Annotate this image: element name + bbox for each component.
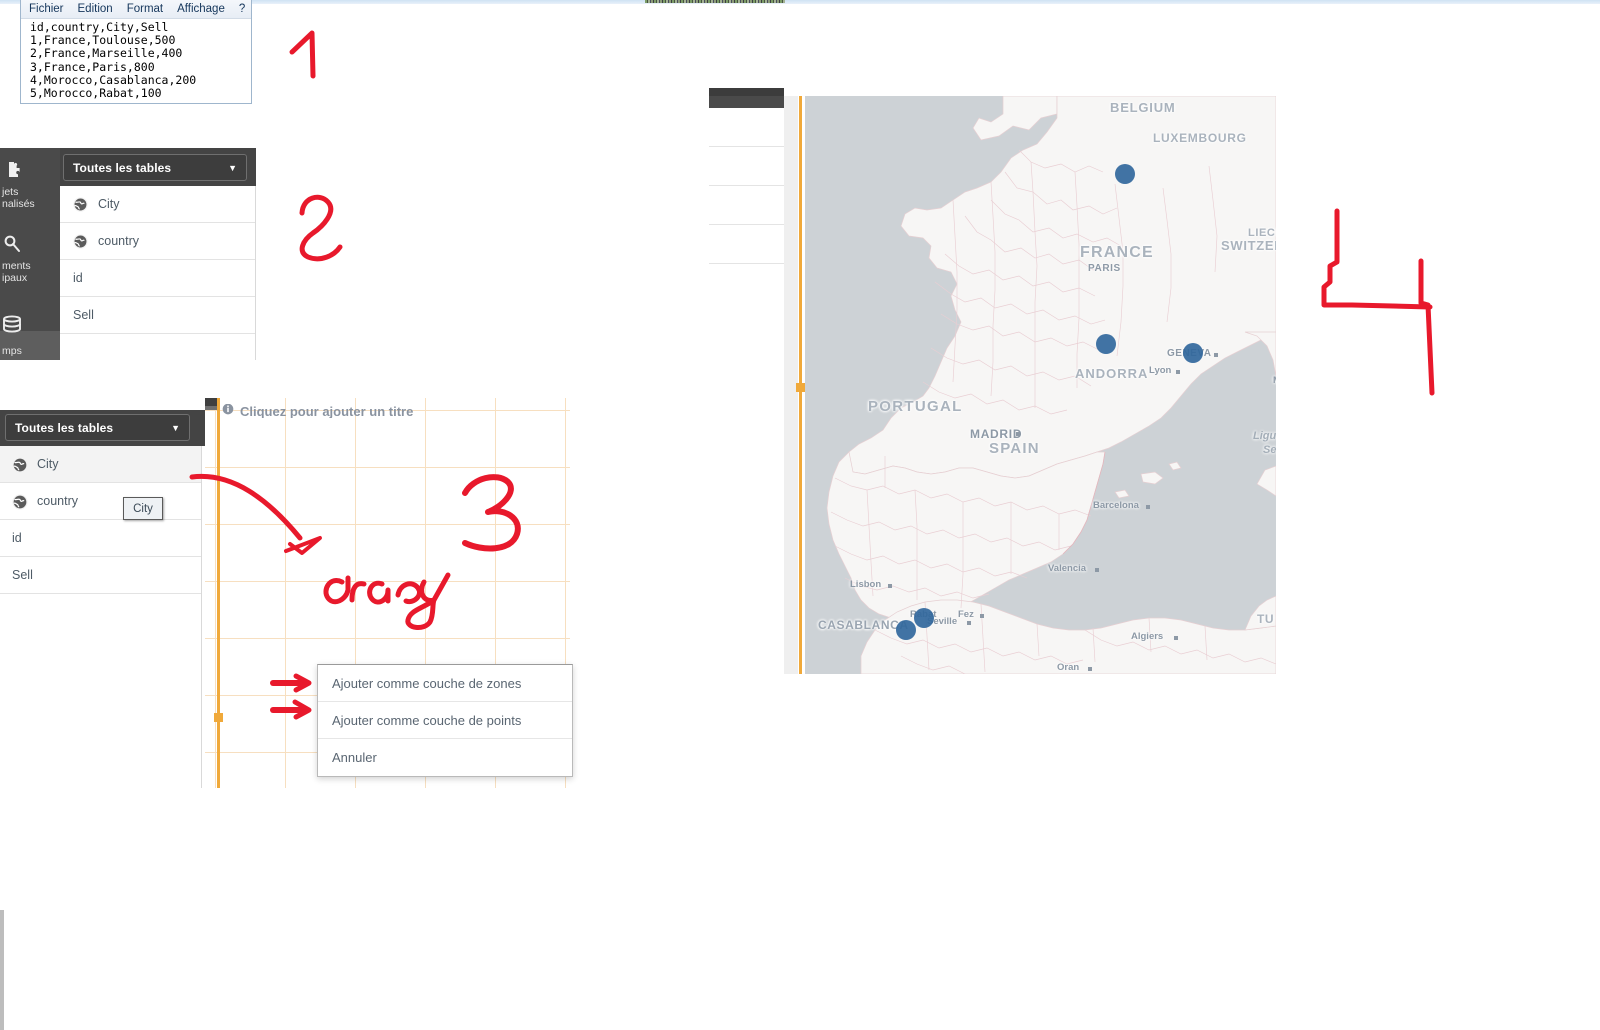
stub-row (709, 186, 784, 225)
map-mark-rabat[interactable] (914, 608, 934, 628)
menu-item-cancel[interactable]: Annuler (318, 739, 572, 776)
globe-icon (12, 493, 28, 510)
field-row-sell[interactable]: Sell (60, 297, 255, 334)
field-name: City (37, 457, 59, 471)
csv-line-2: 2,France,Marseille,400 (30, 46, 183, 61)
map-city-tick-algiers (1174, 636, 1178, 640)
chevron-down-icon: ▼ (228, 162, 237, 173)
worksheet-title-placeholder[interactable]: Cliquez pour ajouter un titre (222, 404, 413, 418)
table-selector-dropdown-bottom[interactable]: Toutes les tables ▼ (5, 414, 190, 441)
table-selector-label-bottom: Toutes les tables (15, 420, 114, 435)
field-row-id[interactable]: id (0, 520, 201, 557)
field-row-city[interactable]: City (60, 186, 255, 223)
map-city-tick-fez (980, 614, 984, 618)
globe-icon (73, 233, 88, 249)
field-name: country (37, 494, 78, 508)
field-name: City (98, 197, 120, 211)
table-selector-label-top: Toutes les tables (73, 160, 172, 175)
menu-edition[interactable]: Edition (78, 3, 113, 15)
field-row-city[interactable]: City (0, 446, 201, 483)
stub-row (709, 225, 784, 264)
drop-context-menu[interactable]: Ajouter comme couche de zones Ajouter co… (317, 664, 573, 777)
notepad-window: Fichier Edition Format Affichage ? id,co… (20, 0, 252, 104)
menu-affichage[interactable]: Affichage (177, 3, 225, 15)
worksheet-ruler-handle[interactable] (214, 713, 223, 722)
notepad-text-area[interactable]: id,country,City,Sell 1,France,Toulouse,5… (21, 19, 251, 100)
sidebar-label-perso[interactable]: nalisés (2, 198, 60, 210)
stub-row (709, 147, 784, 186)
fields-panel-top: jets nalisés ments ipaux mps Toutes les … (0, 148, 256, 360)
chevron-down-icon: ▼ (171, 422, 180, 433)
left-sidebar-top: jets nalisés ments ipaux mps (0, 148, 60, 360)
map-mark-marseille[interactable] (1183, 343, 1203, 363)
key-icon (2, 234, 24, 259)
menu-item-add-area-layer[interactable]: Ajouter comme couche de zones (318, 665, 572, 702)
worksheet-title-text: Cliquez pour ajouter un titre (240, 404, 414, 418)
map-mark-toulouse[interactable] (1096, 334, 1116, 354)
browser-tab-favicon-strip (645, 0, 785, 3)
field-name: Sell (12, 568, 33, 582)
annotation-step-4-left (1321, 208, 1433, 310)
info-icon (222, 404, 234, 418)
annotation-step-2 (299, 194, 343, 262)
drag-ghost-city-chip[interactable]: City (123, 497, 163, 520)
database-icon (2, 315, 24, 340)
sidebar-label-principaux[interactable]: ipaux (2, 272, 60, 284)
map-geometry (805, 96, 1276, 674)
field-name: country (98, 234, 139, 248)
table-selector-dropdown-top[interactable]: Toutes les tables ▼ (63, 154, 247, 181)
menu-item-add-point-layer[interactable]: Ajouter comme couche de points (318, 702, 572, 739)
map-ruler-handle[interactable] (796, 383, 805, 392)
drag-ghost-label: City (133, 502, 153, 515)
map-city-tick-barcelona (1146, 505, 1150, 509)
sidebar-label-objets[interactable]: jets (2, 186, 60, 198)
panel-scrollbar-thumb[interactable] (0, 910, 4, 1030)
sidebar-section-champs[interactable]: mps (0, 315, 60, 360)
globe-icon (12, 456, 28, 473)
fields-list-bottom: City country id Sell (0, 446, 202, 788)
field-name: id (73, 271, 83, 285)
fields-list-top: City country id Sell (60, 186, 256, 360)
map-city-tick-lyon (1176, 370, 1180, 374)
map-panel-field-rows-stub (709, 108, 784, 268)
map-city-tick-seville (967, 621, 971, 625)
map-panel-header-stub-dark (709, 88, 784, 96)
worksheet-corner-block-dark (205, 398, 217, 406)
field-name: id (12, 531, 22, 545)
field-row-country[interactable]: country (60, 223, 255, 260)
field-row-country[interactable]: country (0, 483, 201, 520)
map-city-tick-geneva (1214, 353, 1218, 357)
map-mark-casablanca[interactable] (896, 620, 916, 640)
menu-fichier[interactable]: Fichier (29, 3, 64, 15)
map-city-tick-valencia (1095, 568, 1099, 572)
worksheet-vertical-ruler[interactable] (217, 398, 220, 788)
field-row-sell[interactable]: Sell (0, 557, 201, 594)
field-row-id[interactable]: id (60, 260, 255, 297)
notepad-menubar[interactable]: Fichier Edition Format Affichage ? (21, 0, 251, 19)
map-view[interactable]: BELGIUM LUXEMBOURG FRANCE LIECH SWITZERL… (805, 96, 1276, 674)
map-city-tick-oran (1088, 667, 1092, 671)
sidebar-label-elements[interactable]: ments (2, 260, 60, 272)
menu-help[interactable]: ? (239, 3, 245, 15)
annotation-step-1 (289, 30, 316, 79)
map-mark-paris[interactable] (1115, 164, 1135, 184)
csv-line-5: 5,Morocco,Rabat,100 (30, 86, 162, 101)
map-city-tick-madrid (1016, 432, 1020, 436)
csv-line-3: 3,France,Paris,800 (30, 59, 155, 74)
puzzle-piece-icon (4, 160, 24, 185)
fields-panel-bottom: Toutes les tables ▼ City country id Sell (0, 410, 205, 788)
map-city-tick-lisbon (888, 584, 892, 588)
annotation-step-4-right (1418, 258, 1435, 396)
menu-format[interactable]: Format (127, 3, 163, 15)
sidebar-label-champs[interactable]: mps (2, 345, 22, 357)
field-name: Sell (73, 308, 94, 322)
stub-row (709, 108, 784, 147)
globe-icon (73, 196, 88, 212)
